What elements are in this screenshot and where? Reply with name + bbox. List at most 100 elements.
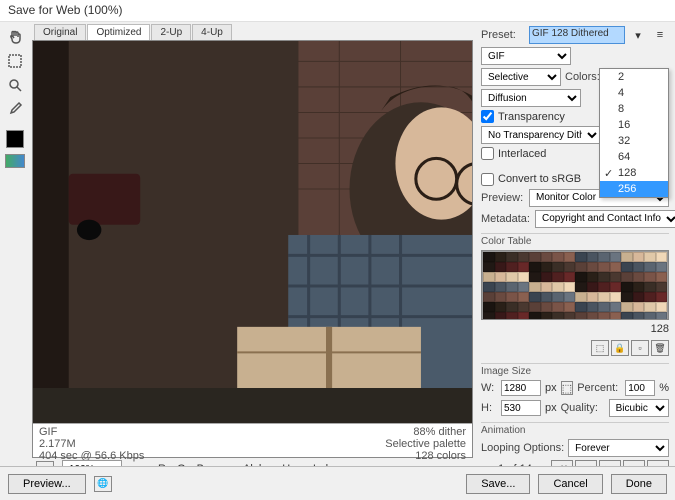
- width-input[interactable]: [501, 380, 541, 396]
- color-swatch[interactable]: [506, 262, 518, 272]
- color-swatch[interactable]: [644, 262, 656, 272]
- zoom-tool[interactable]: [4, 74, 26, 96]
- colors-option-64[interactable]: 64: [600, 149, 668, 165]
- color-swatch[interactable]: [587, 282, 599, 292]
- color-swatch[interactable]: [483, 252, 495, 262]
- color-swatch[interactable]: [610, 312, 622, 320]
- color-swatch[interactable]: [575, 272, 587, 282]
- color-swatch[interactable]: [564, 272, 576, 282]
- color-swatch[interactable]: [575, 312, 587, 320]
- color-swatch[interactable]: [598, 262, 610, 272]
- color-table[interactable]: [481, 250, 669, 320]
- color-swatch[interactable]: [506, 272, 518, 282]
- color-swatch[interactable]: [552, 272, 564, 282]
- color-swatch[interactable]: [529, 282, 541, 292]
- cancel-button[interactable]: Cancel: [538, 474, 602, 494]
- format-select[interactable]: GIF: [481, 47, 571, 65]
- looping-select[interactable]: Forever: [568, 439, 669, 457]
- color-swatch[interactable]: [575, 282, 587, 292]
- slice-visibility[interactable]: [5, 154, 25, 168]
- color-swatch[interactable]: [518, 302, 530, 312]
- color-swatch[interactable]: [518, 292, 530, 302]
- color-swatch[interactable]: [644, 292, 656, 302]
- color-swatch[interactable]: [587, 312, 599, 320]
- color-swatch[interactable]: [541, 252, 553, 262]
- color-swatch[interactable]: [518, 312, 530, 320]
- color-swatch[interactable]: [610, 302, 622, 312]
- color-swatch[interactable]: [564, 252, 576, 262]
- color-swatch[interactable]: [587, 262, 599, 272]
- color-swatch[interactable]: [506, 252, 518, 262]
- color-swatch[interactable]: [495, 302, 507, 312]
- save-button[interactable]: Save...: [466, 474, 530, 494]
- image-preview[interactable]: [33, 41, 472, 423]
- color-swatch[interactable]: [483, 292, 495, 302]
- color-swatch[interactable]: [610, 262, 622, 272]
- color-swatch[interactable]: [564, 262, 576, 272]
- color-swatch[interactable]: [495, 292, 507, 302]
- color-swatch[interactable]: [495, 252, 507, 262]
- color-swatch[interactable]: [541, 312, 553, 320]
- color-swatch[interactable]: [610, 252, 622, 262]
- color-swatch[interactable]: [483, 302, 495, 312]
- color-swatch[interactable]: [633, 312, 645, 320]
- color-swatch[interactable]: [656, 252, 668, 262]
- color-swatch[interactable]: [621, 292, 633, 302]
- color-swatch[interactable]: [587, 302, 599, 312]
- hand-tool[interactable]: [4, 26, 26, 48]
- flyout-menu-icon[interactable]: ≡: [651, 26, 669, 44]
- colors-option-128[interactable]: 128: [600, 165, 668, 181]
- color-swatch[interactable]: [506, 282, 518, 292]
- quality-select[interactable]: Bicubic: [609, 399, 669, 417]
- color-swatch[interactable]: [483, 282, 495, 292]
- color-swatch[interactable]: [575, 292, 587, 302]
- color-swatch[interactable]: [644, 302, 656, 312]
- color-swatch[interactable]: [656, 302, 668, 312]
- color-swatch[interactable]: [575, 252, 587, 262]
- color-swatch[interactable]: [598, 312, 610, 320]
- color-swatch[interactable]: [621, 302, 633, 312]
- height-input[interactable]: [501, 400, 541, 416]
- color-swatch[interactable]: [644, 272, 656, 282]
- color-swatch[interactable]: [518, 262, 530, 272]
- ct-lock-icon[interactable]: 🔒: [611, 340, 629, 356]
- color-swatch[interactable]: [541, 302, 553, 312]
- dither-select[interactable]: Diffusion: [481, 89, 581, 107]
- slice-tool[interactable]: [4, 50, 26, 72]
- color-swatch[interactable]: [633, 262, 645, 272]
- color-swatch[interactable]: [529, 302, 541, 312]
- tab-4up[interactable]: 4-Up: [192, 24, 232, 40]
- color-swatch[interactable]: [598, 282, 610, 292]
- color-swatch[interactable]: [656, 312, 668, 320]
- color-swatch[interactable]: [587, 292, 599, 302]
- colors-option-256[interactable]: 256: [600, 181, 668, 197]
- ct-trash-icon[interactable]: 🗑: [651, 340, 669, 356]
- preset-menu-icon[interactable]: ▾: [629, 26, 647, 44]
- color-swatch[interactable]: [483, 262, 495, 272]
- color-swatch[interactable]: [587, 272, 599, 282]
- color-swatch[interactable]: [587, 252, 599, 262]
- color-swatch[interactable]: [575, 302, 587, 312]
- preset-select[interactable]: GIF 128 Dithered: [529, 26, 625, 44]
- ct-new-icon[interactable]: ▫: [631, 340, 649, 356]
- color-swatch[interactable]: [495, 262, 507, 272]
- color-swatch[interactable]: [541, 262, 553, 272]
- color-swatch[interactable]: [541, 272, 553, 282]
- color-swatch[interactable]: [610, 282, 622, 292]
- color-swatch[interactable]: [506, 292, 518, 302]
- color-swatch[interactable]: [598, 302, 610, 312]
- color-swatch[interactable]: [598, 292, 610, 302]
- color-swatch[interactable]: [518, 252, 530, 262]
- color-swatch[interactable]: [656, 262, 668, 272]
- srgb-checkbox[interactable]: [481, 173, 494, 186]
- color-swatch[interactable]: [621, 282, 633, 292]
- color-swatch[interactable]: [529, 272, 541, 282]
- color-swatch[interactable]: [656, 282, 668, 292]
- color-swatch[interactable]: [644, 252, 656, 262]
- color-swatch[interactable]: [610, 272, 622, 282]
- color-swatch[interactable]: [598, 272, 610, 282]
- preview-button[interactable]: Preview...: [8, 474, 86, 494]
- color-swatch[interactable]: [621, 312, 633, 320]
- link-icon[interactable]: ⬚: [561, 381, 574, 395]
- color-swatch[interactable]: [483, 272, 495, 282]
